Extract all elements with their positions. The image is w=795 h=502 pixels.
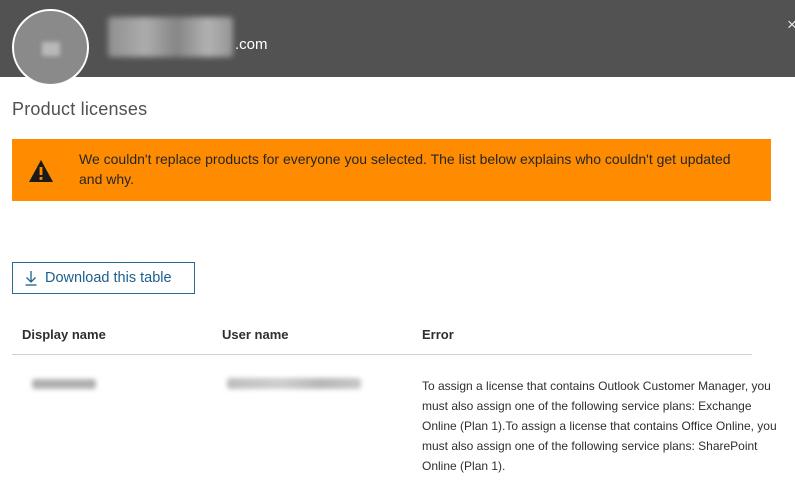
email-domain-suffix: .com — [235, 36, 268, 53]
column-header-error[interactable]: Error — [422, 327, 454, 342]
user-email: .com — [108, 11, 268, 57]
download-table-button[interactable]: Download this table — [12, 262, 195, 294]
column-header-display-name[interactable]: Display name — [22, 327, 106, 342]
avatar-initials-redacted — [42, 42, 60, 56]
table-header-divider — [12, 354, 752, 355]
column-header-user-name[interactable]: User name — [222, 327, 288, 342]
error-message: To assign a license that contains Outloo… — [422, 379, 777, 473]
display-name-redacted — [32, 379, 96, 389]
download-button-label: Download this table — [45, 270, 172, 286]
avatar — [12, 9, 89, 86]
panel-header: .com — [0, 0, 795, 86]
close-icon[interactable]: × — [787, 16, 795, 33]
page-title: Product licenses — [12, 99, 148, 119]
warning-alert: We couldn't replace products for everyon… — [12, 139, 771, 201]
email-redacted — [108, 17, 233, 57]
alert-message: We couldn't replace products for everyon… — [79, 151, 731, 187]
user-name-redacted — [227, 378, 361, 389]
download-arrow-icon — [25, 271, 37, 286]
warning-icon — [29, 160, 53, 182]
